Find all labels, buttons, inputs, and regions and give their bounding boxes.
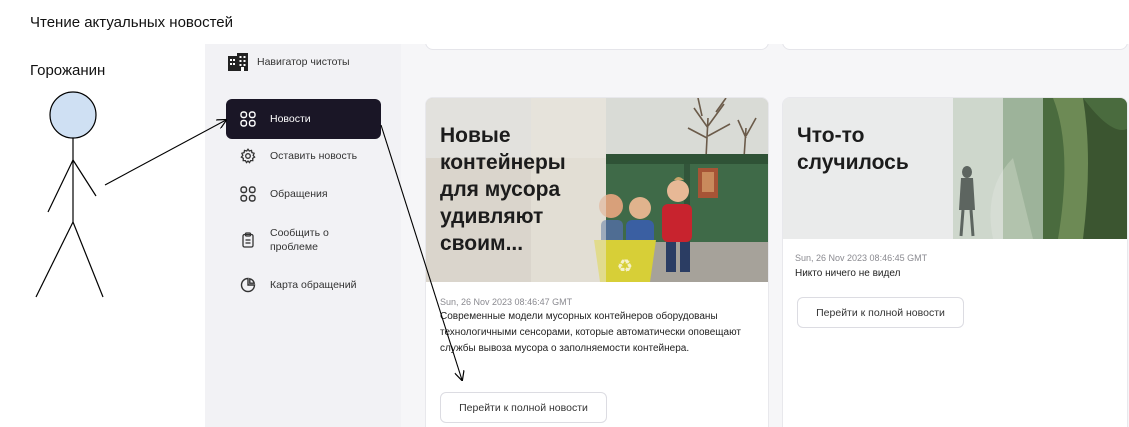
news-feed: ♻ Новые контейнеры для мусора удивляют с… [401,44,1129,427]
sidebar-item-add-news[interactable]: Оставить новость [226,136,381,176]
news-image: ♻ Новые контейнеры для мусора удивляют с… [426,98,768,282]
news-card: Что-то случилось Sun, 26 Nov 2023 08:46:… [782,97,1128,427]
news-card: ♻ Новые контейнеры для мусора удивляют с… [425,97,769,427]
news-text: Никто ничего не видел [795,268,901,279]
clipboard-icon [238,230,258,250]
actor-left-arm [47,159,74,213]
pie-chart-icon [238,275,258,295]
stick-figure-actor [35,91,104,298]
sidebar: Навигатор чистоты Новости Оставить новос… [205,44,401,427]
actor-head [49,91,97,139]
sidebar-item-label: Новости [270,113,311,125]
sidebar-item-label: Карта обращений [270,279,357,291]
news-card [425,44,769,50]
read-full-news-button[interactable]: Перейти к полной новости [440,392,607,423]
actor-label: Горожанин [30,62,106,79]
sidebar-item-label: Сообщить о проблеме [270,227,329,253]
actor-right-arm [72,159,97,197]
gear-icon [238,146,258,166]
sidebar-item-requests[interactable]: Обращения [226,174,381,214]
read-full-news-button[interactable]: Перейти к полной новости [797,297,964,328]
brand[interactable]: Навигатор чистоты [227,52,350,72]
news-date: Sun, 26 Nov 2023 08:46:47 GMT [440,297,573,307]
sidebar-item-news[interactable]: Новости [226,99,381,139]
news-text: Современные модели мусорных контейнеров … [440,311,741,354]
diagram-title: Чтение актуальных новостей [30,14,233,31]
sidebar-item-label: Обращения [270,188,328,200]
sidebar-item-label: Оставить новость [270,150,358,162]
grid-icon [238,109,258,129]
news-headline: Новые контейнеры для мусора удивляют сво… [440,124,566,255]
news-image: Что-то случилось [783,98,1127,239]
news-date: Sun, 26 Nov 2023 08:46:45 GMT [795,253,928,263]
sidebar-item-report-problem[interactable]: Сообщить о проблеме [226,220,381,260]
brand-name: Навигатор чистоты [257,56,350,68]
building-icon [227,52,249,72]
news-headline: Что-то случилось [797,124,909,174]
news-card [782,44,1128,50]
grid-icon [238,184,258,204]
app-screenshot: Навигатор чистоты Новости Оставить новос… [205,44,1129,427]
actor-left-leg [35,221,74,298]
actor-right-leg [72,221,104,298]
sidebar-item-requests-map[interactable]: Карта обращений [226,265,381,305]
svg-text:♻: ♻ [617,256,633,277]
